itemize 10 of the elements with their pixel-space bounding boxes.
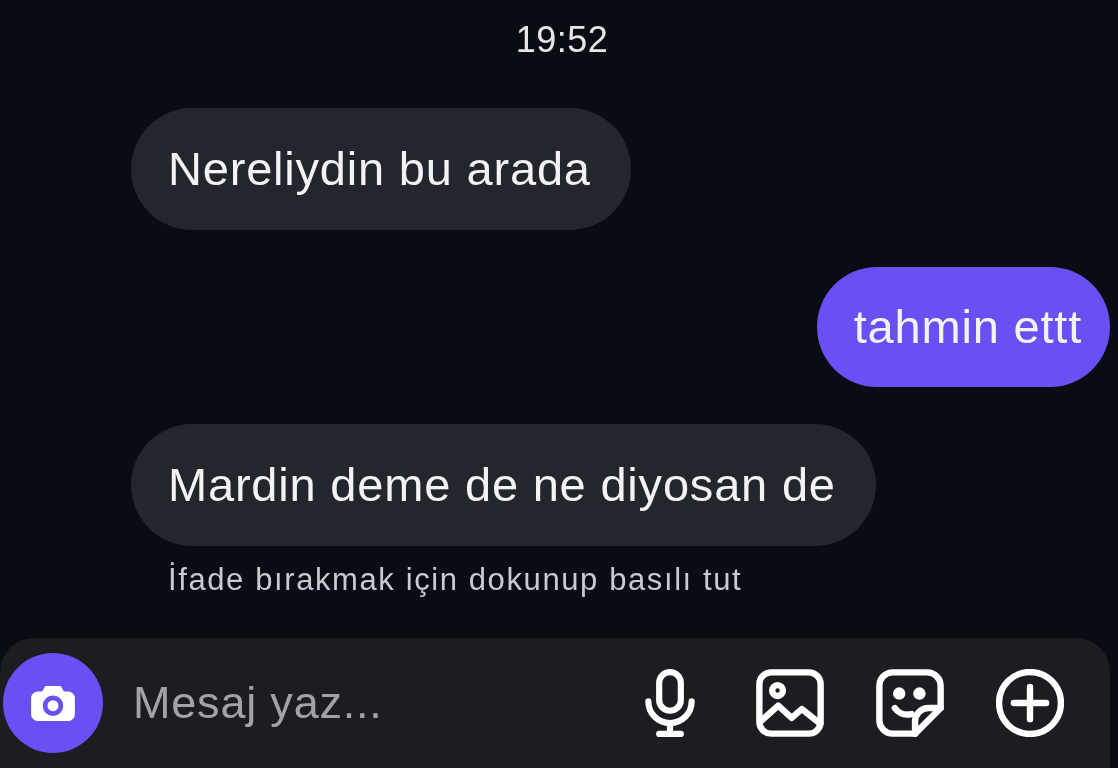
sticker-icon[interactable] bbox=[876, 669, 944, 737]
sent-message-bubble: tahmin ettt bbox=[816, 267, 1110, 387]
reaction-hint: İfade bırakmak için dokunup basılı tut bbox=[168, 562, 743, 598]
message-input[interactable]: Mesaj yaz... bbox=[133, 672, 636, 734]
add-icon[interactable] bbox=[996, 669, 1064, 737]
message-timestamp: 19:52 bbox=[515, 19, 609, 61]
received-message-bubble: Nereliydin bu arada bbox=[131, 108, 631, 230]
received-message-bubble: Mardin deme de ne diyosan de bbox=[131, 424, 876, 546]
image-icon[interactable] bbox=[756, 669, 824, 737]
camera-icon bbox=[31, 685, 75, 721]
